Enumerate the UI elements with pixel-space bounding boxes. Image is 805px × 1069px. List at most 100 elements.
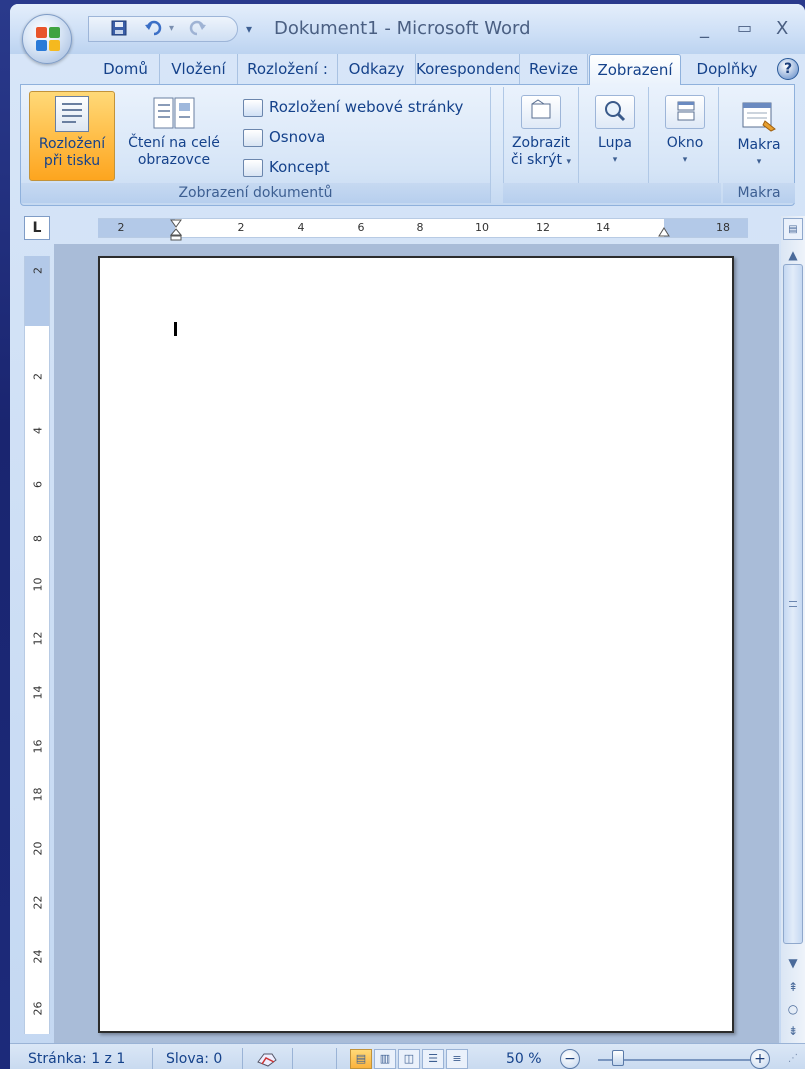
print-layout-label-2: při tisku [43, 153, 101, 169]
zoom-in-icon[interactable]: + [750, 1049, 770, 1069]
redo-icon[interactable] [187, 20, 207, 40]
tab-page-layout[interactable]: Rozložení : [238, 54, 338, 84]
scroll-thumb[interactable] [783, 264, 803, 944]
ruler-tick: 6 [31, 481, 45, 488]
ruler-tick: 16 [31, 739, 45, 754]
office-button[interactable] [22, 14, 72, 64]
group-label-document-views: Zobrazení dokumentů [21, 183, 490, 203]
draft-button[interactable]: Koncept [243, 155, 330, 179]
web-layout-button[interactable]: Rozložení webové stránky [243, 95, 463, 119]
scroll-down-icon[interactable]: ▼ [783, 952, 803, 974]
print-layout-button[interactable]: Rozložení při tisku [29, 91, 115, 181]
right-indent-marker[interactable] [658, 225, 670, 239]
title-bar: ▾ ▾ Dokument1 - Microsoft Word _ ▭ X [10, 4, 805, 54]
text-cursor [174, 322, 177, 336]
minimize-button[interactable]: _ [700, 18, 709, 39]
group-label-filler [503, 183, 721, 203]
left-indent-marker[interactable] [169, 219, 183, 241]
ruler-tick: 14 [31, 685, 45, 700]
tab-mailings[interactable]: Korespondenc [416, 54, 520, 84]
divider [336, 1048, 337, 1069]
ruler-tick: 12 [31, 631, 45, 646]
draft-label: Koncept [269, 158, 330, 176]
tab-home[interactable]: Domů [92, 54, 160, 84]
window-button[interactable]: Okno ▾ [653, 91, 717, 169]
word-count[interactable]: Slova: 0 [166, 1050, 222, 1069]
ruler-tick: 12 [536, 221, 550, 234]
help-icon[interactable]: ? [777, 58, 799, 80]
ruler-tick: 24 [31, 949, 45, 964]
ruler-tick: 2 [31, 267, 45, 274]
print-layout-label-1: Rozložení [38, 136, 106, 152]
outline-view-icon[interactable]: ☰ [422, 1049, 444, 1069]
maximize-button[interactable]: ▭ [737, 18, 752, 37]
web-layout-label: Rozložení webové stránky [269, 98, 464, 116]
proofing-icon[interactable] [256, 1050, 278, 1069]
tab-selector[interactable]: L [24, 216, 50, 240]
quick-access-toolbar: ▾ [88, 16, 238, 42]
show-hide-button[interactable]: Zobrazit či skrýt ▾ [504, 91, 578, 171]
ribbon: Rozložení při tisku Čtení na celé obrazo… [20, 84, 795, 206]
show-hide-label-2: či skrýt ▾ [511, 152, 571, 168]
zoom-level[interactable]: 50 % [506, 1050, 542, 1069]
zoom-out-icon[interactable]: − [560, 1049, 580, 1069]
draft-view-icon[interactable]: ≡ [446, 1049, 468, 1069]
full-screen-view-icon[interactable]: ▥ [374, 1049, 396, 1069]
tab-addins[interactable]: Doplňky [684, 54, 770, 84]
full-screen-reading-button[interactable]: Čtení na celé obrazovce [117, 91, 231, 181]
ruler-tick: 18 [716, 221, 730, 234]
divider [152, 1048, 153, 1069]
browse-object-icon[interactable]: ○ [783, 998, 803, 1020]
ruler-tick: 20 [31, 841, 45, 856]
thumb-grip-icon [789, 601, 797, 607]
tab-review[interactable]: Revize [520, 54, 588, 84]
magnifier-icon [595, 95, 635, 129]
tab-references[interactable]: Odkazy [338, 54, 416, 84]
next-page-icon[interactable]: ⇟ [783, 1020, 803, 1042]
vertical-ruler[interactable]: 2 2 4 6 8 10 12 14 16 18 20 22 24 26 [24, 256, 50, 1034]
window-label: Okno [666, 135, 704, 151]
scroll-up-icon[interactable]: ▲ [783, 244, 803, 266]
zoom-label: Lupa [598, 135, 632, 151]
group-macros: Makra ▾ Makra [723, 87, 795, 203]
tab-insert[interactable]: Vložení [160, 54, 238, 84]
vertical-scrollbar[interactable]: ▤ ▲ ▼ ⇞ ○ ⇟ [781, 216, 805, 1046]
ruler-tick: 18 [31, 787, 45, 802]
macros-button[interactable]: Makra ▾ [723, 91, 795, 171]
zoom-button[interactable]: Lupa ▾ [583, 91, 647, 169]
full-screen-label-1: Čtení na celé [128, 135, 220, 151]
word-window: ▾ ▾ Dokument1 - Microsoft Word _ ▭ X Dom… [10, 4, 805, 1069]
resize-grip-icon[interactable]: ⋰ [788, 1050, 798, 1069]
ruler-tick: 14 [596, 221, 610, 234]
draft-icon [243, 158, 263, 177]
ruler-toggle-icon[interactable]: ▤ [783, 218, 803, 240]
customize-qat-icon[interactable]: ▾ [246, 20, 252, 38]
window-title: Dokument1 - Microsoft Word [274, 18, 531, 39]
book-icon [152, 95, 196, 131]
previous-page-icon[interactable]: ⇞ [783, 976, 803, 998]
outline-icon [243, 128, 263, 147]
save-icon[interactable] [111, 20, 127, 40]
web-layout-view-icon[interactable]: ◫ [398, 1049, 420, 1069]
window-dropdown-icon: ▾ [682, 155, 688, 165]
print-layout-view-icon[interactable]: ▤ [350, 1049, 372, 1069]
ruler-tick: 2 [237, 221, 245, 234]
close-button[interactable]: X [776, 18, 788, 39]
page-count[interactable]: Stránka: 1 z 1 [28, 1050, 125, 1069]
undo-dropdown-icon[interactable]: ▾ [169, 20, 174, 38]
divider [292, 1048, 293, 1069]
zoom-slider-thumb[interactable] [611, 1050, 624, 1066]
group-document-views: Rozložení při tisku Čtení na celé obrazo… [21, 87, 491, 203]
show-hide-icon [521, 95, 561, 129]
ruler-tick: 10 [31, 577, 45, 592]
tab-view[interactable]: Zobrazení [589, 54, 681, 85]
status-bar: Stránka: 1 z 1 Slova: 0 ▤ ▥ ◫ ☰ ≡ 50 % −… [10, 1043, 805, 1069]
outline-button[interactable]: Osnova [243, 125, 325, 149]
ruler-tick: 4 [297, 221, 305, 234]
horizontal-ruler[interactable]: 2 2 4 6 8 10 12 14 18 [98, 218, 748, 241]
document-page[interactable] [98, 256, 734, 1033]
print-layout-icon [55, 96, 89, 132]
outline-label: Osnova [269, 128, 326, 146]
document-area [54, 244, 779, 1044]
undo-icon[interactable] [144, 20, 164, 40]
